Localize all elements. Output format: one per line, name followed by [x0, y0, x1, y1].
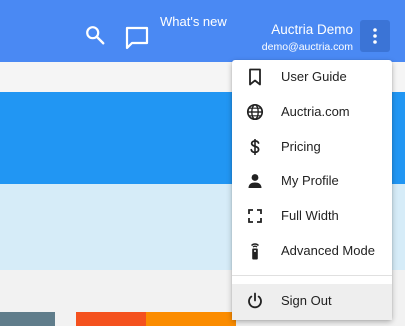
- menu-item-user-guide[interactable]: User Guide: [232, 60, 392, 94]
- feedback-icon[interactable]: [124, 26, 150, 50]
- menu-item-label: My Profile: [281, 173, 339, 188]
- remote-icon: [251, 243, 259, 260]
- person-icon: [248, 174, 262, 188]
- fullscreen-icon: [248, 209, 262, 223]
- top-app-bar: What's new Auctria Demo demo@auctria.com: [0, 0, 405, 62]
- menu-item-full-width[interactable]: Full Width: [232, 199, 392, 233]
- menu-divider: [232, 275, 392, 276]
- menu-item-advanced-mode[interactable]: Advanced Mode: [232, 234, 392, 268]
- menu-item-label: User Guide: [281, 69, 347, 84]
- menu-item-pricing[interactable]: Pricing: [232, 130, 392, 164]
- dashboard-tile-orange[interactable]: [146, 312, 236, 326]
- menu-item-my-profile[interactable]: My Profile: [232, 164, 392, 198]
- search-icon[interactable]: [84, 24, 106, 46]
- menu-item-label: Sign Out: [281, 293, 332, 308]
- dollar-icon: [250, 139, 260, 155]
- power-icon: [248, 292, 262, 309]
- menu-item-auctria-com[interactable]: Auctria.com: [232, 95, 392, 129]
- more-menu-button[interactable]: [360, 20, 390, 52]
- more-vert-icon: [373, 28, 377, 44]
- user-email: demo@auctria.com: [261, 41, 353, 53]
- bookmark-icon: [249, 68, 261, 86]
- menu-item-label: Pricing: [281, 139, 321, 154]
- menu-item-label: Full Width: [281, 208, 339, 223]
- menu-item-label: Advanced Mode: [281, 243, 375, 258]
- globe-icon: [246, 103, 264, 121]
- dashboard-tile-red[interactable]: [76, 312, 146, 326]
- user-dropdown-menu: User Guide Auctria.com Pricing My Profil…: [232, 60, 392, 320]
- dashboard-tile-grey[interactable]: [0, 312, 55, 326]
- whats-new-link[interactable]: What's new: [160, 14, 227, 29]
- menu-item-label: Auctria.com: [281, 104, 350, 119]
- user-name: Auctria Demo: [271, 22, 353, 37]
- menu-item-sign-out[interactable]: Sign Out: [232, 284, 392, 320]
